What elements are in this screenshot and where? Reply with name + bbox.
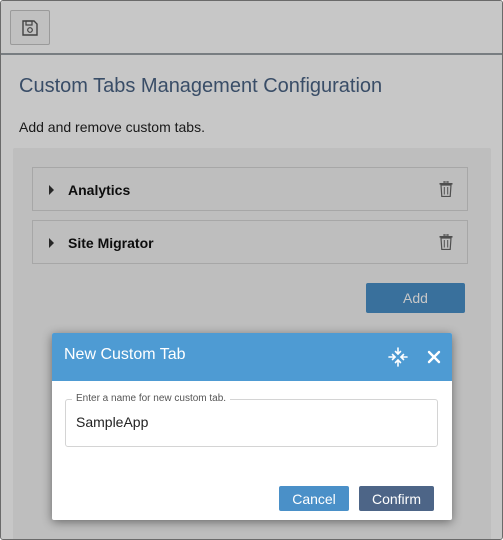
dialog-header: New Custom Tab	[52, 333, 452, 381]
custom-tab-name-input[interactable]	[76, 414, 416, 430]
move-icon[interactable]	[388, 347, 408, 367]
custom-tab-name-label: Enter a name for new custom tab.	[72, 393, 231, 404]
close-icon[interactable]	[425, 348, 443, 366]
cancel-button[interactable]: Cancel	[279, 486, 349, 511]
custom-tab-name-field	[65, 399, 438, 447]
app-window: Custom Tabs Management Configuration Add…	[0, 0, 503, 540]
dialog-title: New Custom Tab	[64, 346, 186, 363]
new-custom-tab-dialog: New Custom Tab Enter a name for new cust…	[52, 333, 452, 520]
confirm-button[interactable]: Confirm	[359, 486, 434, 511]
